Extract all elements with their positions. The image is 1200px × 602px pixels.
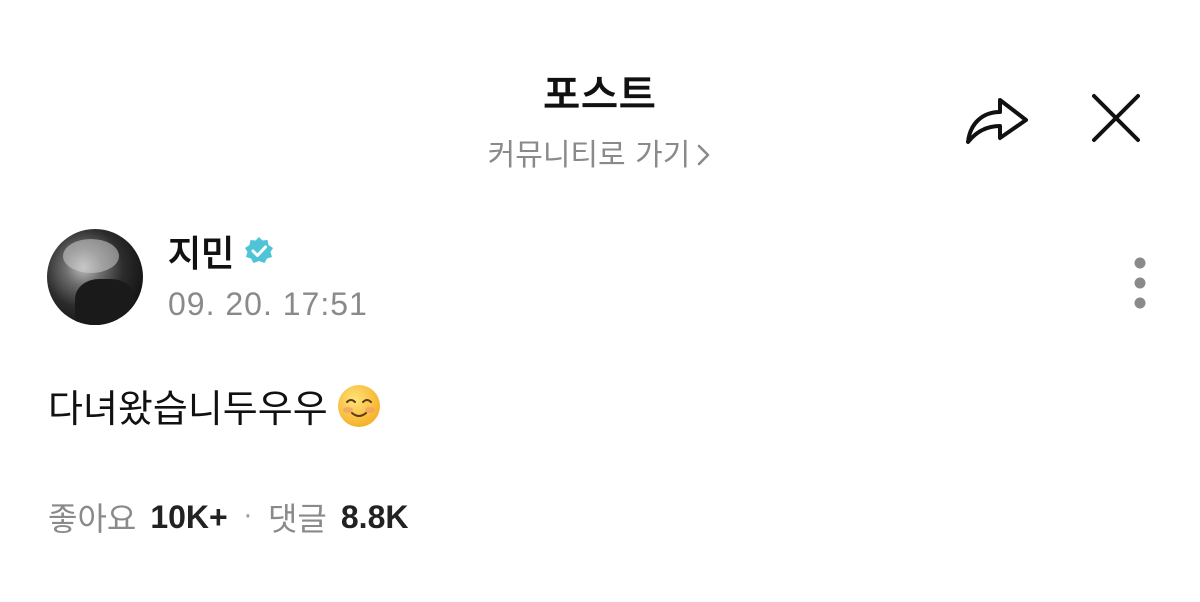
post-text: 다녀왔습니두우우 [48,387,328,431]
share-icon[interactable] [962,88,1032,148]
likes-count[interactable]: 10K+ [150,499,227,536]
comments-label[interactable]: 댓글 [268,494,327,540]
smiling-face-emoji-icon [336,383,382,429]
author-row: 지민 [168,226,274,276]
avatar-hair-highlight [63,239,119,273]
post-stats: 좋아요 10K+ · 댓글 8.8K [48,494,408,540]
likes-label[interactable]: 좋아요 [48,494,136,540]
post-timestamp: 09. 20. 17:51 [168,286,368,322]
verified-badge-icon [244,236,274,266]
chevron-right-icon [696,141,712,176]
author-name[interactable]: 지민 [168,225,234,277]
close-icon[interactable] [1088,90,1144,146]
community-link-label: 커뮤니티로 가기 [487,138,691,173]
more-vertical-icon[interactable] [1126,255,1154,315]
stats-separator: · [243,502,252,532]
avatar[interactable] [47,229,143,325]
post-body: 다녀왔습니두우우 [48,378,382,433]
avatar-shoulder-shadow [75,279,135,325]
comments-count[interactable]: 8.8K [341,499,409,536]
